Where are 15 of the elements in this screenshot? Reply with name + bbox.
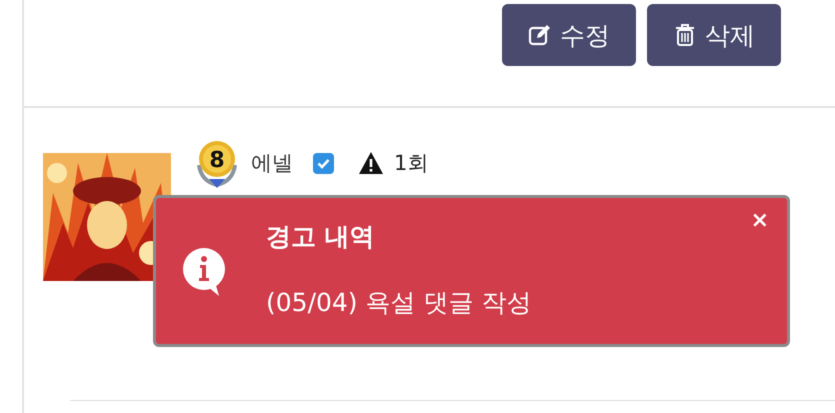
edit-icon bbox=[528, 23, 552, 47]
level-number: 8 bbox=[209, 148, 225, 173]
toast-message: (05/04) 욕설 댓글 작성 bbox=[266, 287, 532, 319]
medal-icon bbox=[197, 141, 237, 188]
trash-icon bbox=[673, 23, 697, 47]
delete-button[interactable]: 삭제 bbox=[647, 4, 781, 66]
warning-icon bbox=[358, 151, 384, 175]
warning-count: 1회 bbox=[394, 150, 428, 177]
user-name: 에넬 bbox=[251, 150, 293, 177]
toast-title: 경고 내역 bbox=[266, 221, 375, 253]
info-icon bbox=[181, 246, 227, 298]
edit-button[interactable]: 수정 bbox=[502, 4, 636, 66]
check-icon bbox=[317, 158, 330, 168]
checkbox[interactable] bbox=[313, 152, 334, 174]
close-button[interactable]: × bbox=[746, 208, 773, 233]
